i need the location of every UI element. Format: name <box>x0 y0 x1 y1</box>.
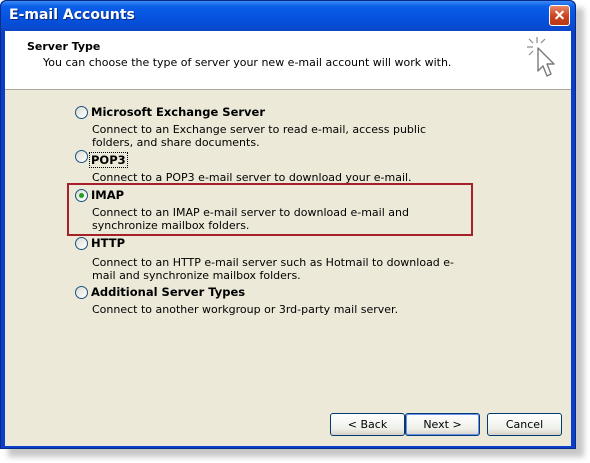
option-exchange-description: Connect to an Exchange server to read e-… <box>92 123 427 149</box>
imap-highlight-box <box>67 183 473 236</box>
wizard-header: Server Type You can choose the type of s… <box>5 31 571 90</box>
option-exchange-label[interactable]: Microsoft Exchange Server <box>91 105 265 119</box>
option-http-label[interactable]: HTTP <box>91 236 125 250</box>
wizard-cursor-icon <box>527 37 555 77</box>
back-button[interactable]: < Back <box>330 413 405 436</box>
header-subtitle: You can choose the type of server your n… <box>43 56 452 69</box>
option-additional-label[interactable]: Additional Server Types <box>91 285 245 299</box>
radio-pop3[interactable] <box>75 150 88 163</box>
focus-indicator: POP3 <box>89 152 128 168</box>
radio-additional[interactable] <box>75 286 88 299</box>
cancel-button[interactable]: Cancel <box>487 413 562 436</box>
radio-exchange[interactable] <box>75 106 88 119</box>
option-http-description: Connect to an HTTP e-mail server such as… <box>92 256 455 282</box>
email-accounts-dialog: E-mail Accounts Server Type You can choo… <box>0 0 576 449</box>
option-additional-description: Connect to another workgroup or 3rd-part… <box>92 303 399 316</box>
title-bar[interactable]: E-mail Accounts <box>1 1 575 31</box>
header-title: Server Type <box>27 40 101 53</box>
option-pop3-label[interactable]: POP3 <box>89 152 128 168</box>
radio-http[interactable] <box>75 237 88 250</box>
next-button[interactable]: Next > <box>405 413 480 436</box>
window-title: E-mail Accounts <box>9 7 135 23</box>
dialog-body: Server Type You can choose the type of s… <box>5 31 571 446</box>
close-button[interactable] <box>549 5 570 26</box>
